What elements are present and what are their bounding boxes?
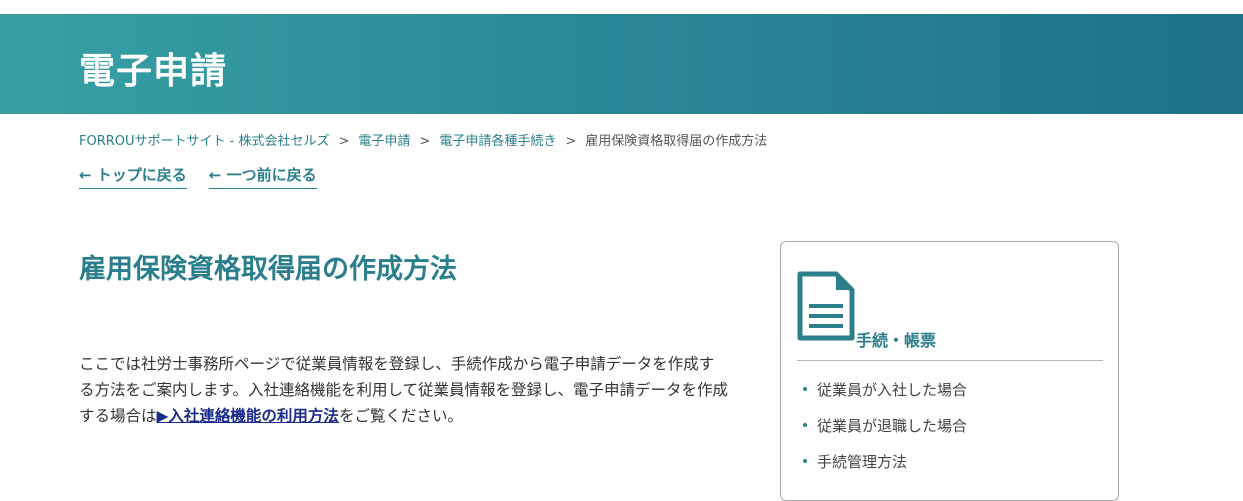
breadcrumb-separator: > bbox=[419, 134, 431, 149]
back-links: ← トップに戻る ← 一つ前に戻る bbox=[79, 164, 317, 189]
breadcrumb-current: 雇用保険資格取得届の作成方法 bbox=[585, 134, 768, 149]
sidebar-item-retired[interactable]: 従業員が退職した場合 bbox=[803, 416, 967, 436]
page-title: 雇用保険資格取得届の作成方法 bbox=[79, 254, 457, 285]
sidebar-title: 手続・帳票 bbox=[856, 331, 937, 350]
page-banner: 電子申請 bbox=[0, 14, 1243, 114]
breadcrumb-link-home[interactable]: FORROUサポートサイト - 株式会社セルズ bbox=[79, 134, 329, 149]
banner-title: 電子申請 bbox=[79, 51, 228, 92]
sidebar-item-joined[interactable]: 従業員が入社した場合 bbox=[803, 380, 967, 400]
breadcrumb-separator: > bbox=[338, 134, 350, 149]
procedures-sidebar: 手続・帳票 従業員が入社した場合 従業員が退職した場合 手続管理方法 bbox=[780, 241, 1119, 501]
intro-text-end: をご覧ください。 bbox=[338, 407, 463, 425]
sidebar-item-label: 従業員が入社した場合 bbox=[817, 381, 968, 399]
bullet-icon bbox=[803, 458, 807, 463]
breadcrumb-link-e-application[interactable]: 電子申請 bbox=[358, 134, 410, 149]
sidebar-divider bbox=[797, 360, 1103, 361]
intro-paragraph: ここでは社労士事務所ページで従業員情報を登録し、手続作成から電子申請データを作成… bbox=[79, 351, 729, 429]
onboarding-feature-link[interactable]: ▶入社連絡機能の利用方法 bbox=[157, 407, 339, 425]
sidebar-item-label: 従業員が退職した場合 bbox=[817, 417, 968, 435]
back-to-previous-link[interactable]: ← 一つ前に戻る bbox=[208, 164, 317, 189]
back-to-top-link[interactable]: ← トップに戻る bbox=[79, 164, 187, 189]
document-icon bbox=[797, 271, 855, 341]
breadcrumb: FORROUサポートサイト - 株式会社セルズ > 電子申請 > 電子申請各種手続き > 雇… bbox=[79, 130, 767, 149]
sidebar-item-label: 手続管理方法 bbox=[817, 453, 908, 471]
bullet-icon bbox=[803, 386, 807, 391]
bullet-icon bbox=[803, 422, 807, 427]
breadcrumb-link-procedures[interactable]: 電子申請各種手続き bbox=[439, 134, 556, 149]
breadcrumb-separator: > bbox=[565, 134, 577, 149]
sidebar-item-management[interactable]: 手続管理方法 bbox=[803, 452, 967, 472]
